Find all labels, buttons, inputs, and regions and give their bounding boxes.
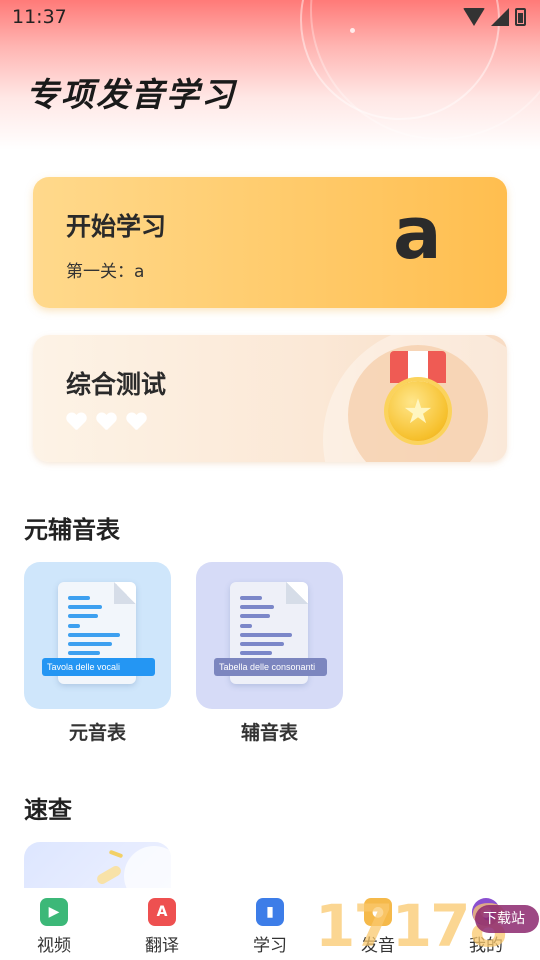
signal-icon xyxy=(491,8,509,26)
medal-icon: ★ xyxy=(383,351,453,451)
consonant-chart-caption: 辅音表 xyxy=(240,722,298,744)
pronunciation-icon: ● xyxy=(364,898,392,926)
nav-item-video[interactable]: ▶ 视频 xyxy=(0,888,108,956)
study-icon: ▮ xyxy=(256,898,284,926)
heart-icon xyxy=(66,413,86,433)
bottom-navigation: ▶ 视频 A 翻译 ▮ 学习 ● 发音 ● 我的 xyxy=(0,888,540,960)
nav-label-translate: 翻译 xyxy=(145,936,179,956)
nav-label-profile: 我的 xyxy=(469,936,503,956)
status-bar: 11:37 xyxy=(0,0,540,36)
section-title-phoneme-chart: 元辅音表 xyxy=(24,516,120,544)
start-learning-level: 第一关：a xyxy=(66,262,145,282)
comprehensive-test-title: 综合测试 xyxy=(66,370,167,399)
decor-pill xyxy=(95,864,123,886)
vowel-doc-label: Tavola delle vocali xyxy=(42,658,155,676)
vowel-chart-tile[interactable]: Tavola delle vocali xyxy=(24,562,171,709)
profile-icon: ● xyxy=(472,898,500,926)
heart-icon xyxy=(96,413,116,433)
current-letter: a xyxy=(393,191,442,275)
status-icons xyxy=(463,8,526,26)
nav-label-video: 视频 xyxy=(37,936,71,956)
video-icon: ▶ xyxy=(40,898,68,926)
battery-icon xyxy=(515,8,526,26)
heart-icon xyxy=(126,413,146,433)
hearts-row xyxy=(66,413,146,433)
status-time: 11:37 xyxy=(12,6,67,28)
section-title-quick-lookup: 速查 xyxy=(24,796,72,824)
nav-item-translate[interactable]: A 翻译 xyxy=(108,888,216,956)
consonant-chart-tile[interactable]: Tabella delle consonanti xyxy=(196,562,343,709)
comprehensive-test-card[interactable]: 综合测试 ★ xyxy=(33,335,507,462)
translate-icon: A xyxy=(148,898,176,926)
nav-label-pronunciation: 发音 xyxy=(361,936,395,956)
nav-item-pronunciation[interactable]: ● 发音 xyxy=(324,888,432,956)
decor-stroke xyxy=(108,849,124,859)
medal-ribbon xyxy=(390,351,446,383)
consonant-doc-label: Tabella delle consonanti xyxy=(214,658,327,676)
start-learning-card[interactable]: 开始学习 第一关：a a xyxy=(33,177,507,308)
wifi-icon xyxy=(463,8,485,26)
nav-item-profile[interactable]: ● 我的 xyxy=(432,888,540,956)
page-title: 专项发音学习 xyxy=(26,75,236,114)
start-learning-title: 开始学习 xyxy=(66,212,167,241)
nav-item-study[interactable]: ▮ 学习 xyxy=(216,888,324,956)
star-icon: ★ xyxy=(402,392,434,432)
vowel-chart-caption: 元音表 xyxy=(68,722,126,744)
nav-label-study: 学习 xyxy=(253,936,287,956)
